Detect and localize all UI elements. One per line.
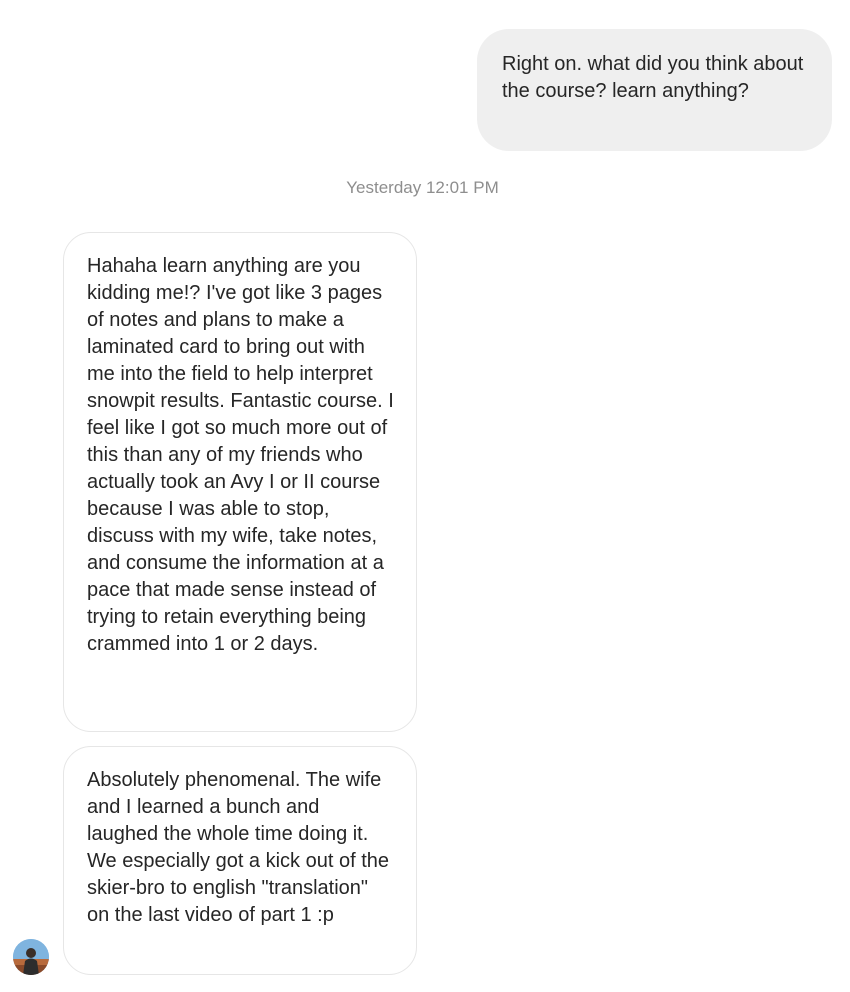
sender-avatar[interactable] [13, 939, 49, 975]
user-avatar-icon [13, 939, 49, 975]
message-timestamp: Yesterday 12:01 PM [346, 178, 499, 197]
incoming-message-bubble[interactable]: Hahaha learn anything are you kidding me… [63, 232, 417, 732]
outgoing-message-bubble[interactable]: Right on. what did you think about the c… [477, 29, 832, 151]
incoming-message-bubble[interactable]: Absolutely phenomenal. The wife and I le… [63, 746, 417, 975]
